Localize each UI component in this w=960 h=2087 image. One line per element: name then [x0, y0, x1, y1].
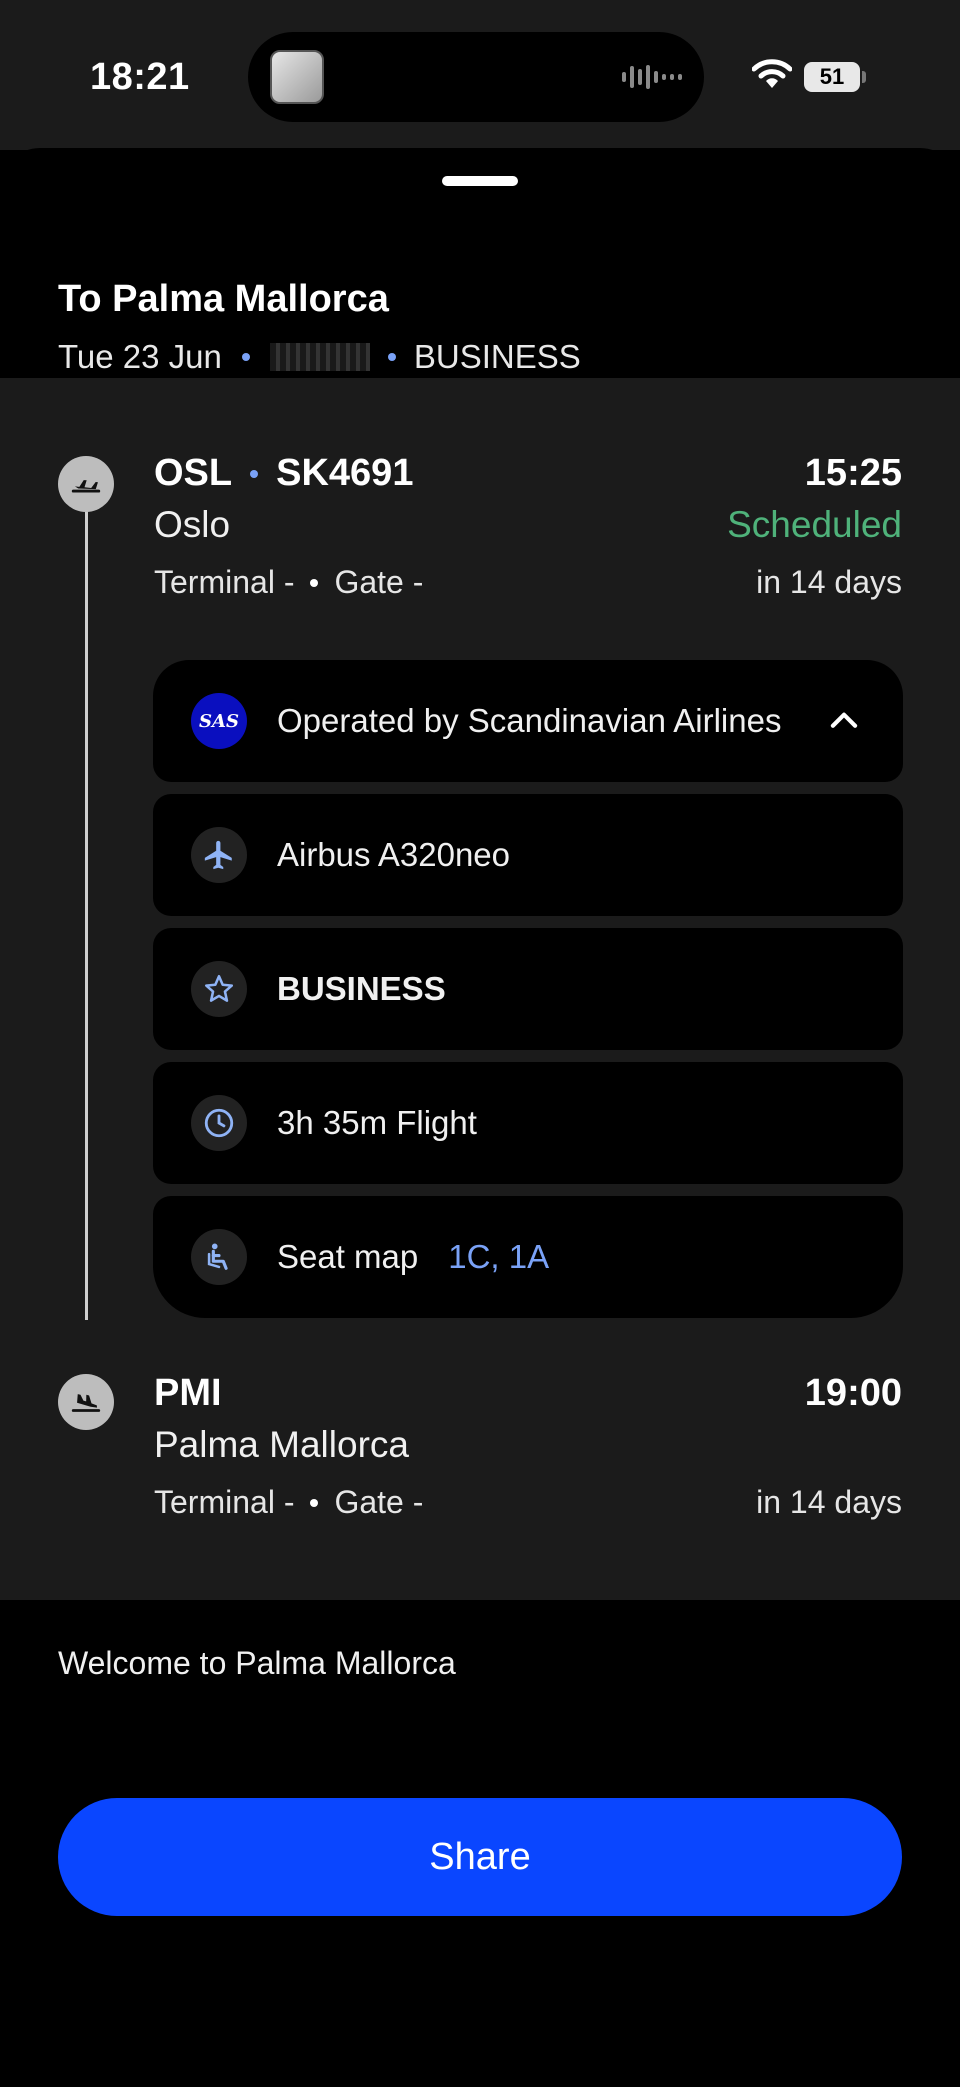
separator-dot — [387, 353, 396, 361]
departure-relative: in 14 days — [756, 564, 902, 600]
duration-row: 3h 35m Flight — [153, 1062, 903, 1184]
separator-dot — [241, 353, 250, 361]
flight-number: SK4691 — [276, 452, 414, 494]
seat-map-label: Seat map — [277, 1238, 419, 1275]
aircraft-row: Airbus A320neo — [153, 794, 903, 916]
redacted-text — [269, 343, 370, 371]
aircraft-label: Airbus A320neo — [277, 836, 511, 873]
seat-icon — [191, 1229, 247, 1285]
airplane-icon — [191, 827, 247, 883]
status-bar: 18:21 51 — [0, 0, 960, 150]
header-subtitle: Tue 23 Jun BUSINESS — [58, 338, 581, 376]
flight-card: OSL SK4691 Oslo Terminal - Gate - 15:25 … — [0, 378, 960, 1600]
sheet-grabber[interactable] — [442, 176, 518, 186]
arrival-relative: in 14 days — [756, 1484, 902, 1520]
operator-label: Operated by Scandinavian Airlines — [277, 702, 782, 739]
departure-airport-code: OSL — [154, 452, 233, 494]
arrival-terminal: Terminal - — [154, 1484, 295, 1520]
cabin-label: BUSINESS — [277, 970, 446, 1007]
departure-gate: Gate - — [334, 564, 424, 600]
clock-icon — [191, 1095, 247, 1151]
seat-map-row[interactable]: Seat map 1C, 1A — [153, 1196, 903, 1318]
battery-level: 51 — [804, 62, 860, 92]
arrival-time: 19:00 — [804, 1372, 902, 1414]
wifi-icon — [752, 59, 792, 88]
flight-date: Tue 23 Jun — [58, 338, 222, 375]
departure-code-row: OSL SK4691 — [154, 452, 413, 495]
departure-terminal: Terminal - — [154, 564, 295, 600]
chevron-up-icon[interactable] — [825, 702, 863, 740]
operator-row[interactable]: SAS Operated by Scandinavian Airlines — [153, 660, 903, 782]
cabin-class: BUSINESS — [413, 338, 581, 375]
departure-terminal-row: Terminal - Gate - — [154, 564, 423, 601]
seat-map-text: Seat map 1C, 1A — [277, 1238, 549, 1276]
arrival-code-row: PMI — [154, 1372, 222, 1415]
cabin-row: BUSINESS — [153, 928, 903, 1050]
timeline-line — [85, 490, 88, 1320]
takeoff-icon — [58, 456, 114, 512]
arrival-gate: Gate - — [334, 1484, 424, 1520]
separator-dot — [310, 1498, 319, 1507]
departure-time: 15:25 — [804, 452, 902, 494]
duration-label: 3h 35m Flight — [277, 1104, 477, 1141]
flight-sheet: To Palma Mallorca Tue 23 Jun BUSINESS OS… — [0, 148, 960, 2087]
share-button[interactable]: Share — [58, 1798, 902, 1916]
sas-logo-icon: SAS — [191, 693, 247, 749]
seat-numbers[interactable]: 1C, 1A — [448, 1238, 549, 1275]
battery-icon — [862, 71, 866, 83]
landing-icon — [58, 1374, 114, 1430]
page-title: To Palma Mallorca — [58, 278, 389, 320]
screen: 18:21 51 To Palma Mallorca Tue 23 Jun BU… — [0, 0, 960, 2087]
separator-dot — [250, 469, 259, 478]
arrival-airport-code: PMI — [154, 1372, 222, 1414]
dynamic-island[interactable] — [248, 32, 704, 122]
arrival-city: Palma Mallorca — [154, 1424, 409, 1465]
departure-city: Oslo — [154, 504, 231, 545]
status-time: 18:21 — [90, 56, 190, 98]
now-playing-artwork — [270, 50, 324, 104]
flight-details-panel: SAS Operated by Scandinavian Airlines Ai… — [153, 660, 903, 1320]
arrival-terminal-row: Terminal - Gate - — [154, 1484, 423, 1521]
welcome-text: Welcome to Palma Mallorca — [58, 1645, 456, 1681]
flight-status: Scheduled — [727, 504, 902, 545]
separator-dot — [310, 578, 319, 587]
star-icon — [191, 961, 247, 1017]
audio-wave-icon — [622, 64, 682, 90]
